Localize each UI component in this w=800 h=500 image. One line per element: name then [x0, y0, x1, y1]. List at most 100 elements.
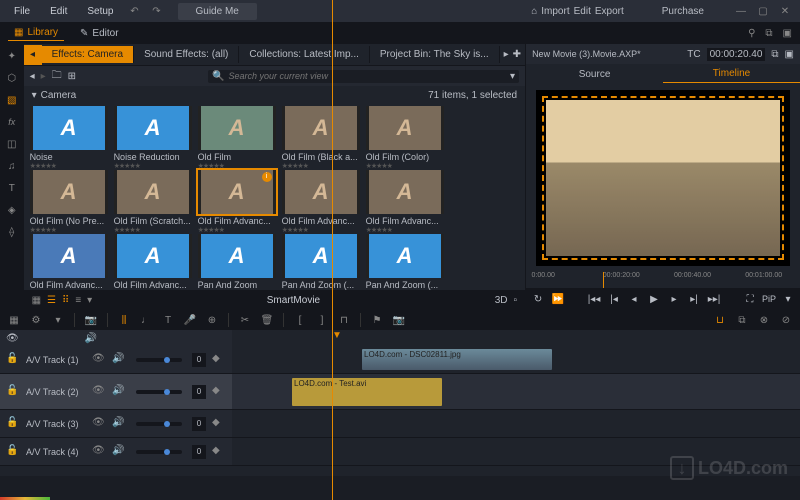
- preview-viewport[interactable]: [536, 90, 790, 266]
- effect-thumb[interactable]: A Old Film (No Pre... ★★★★★: [30, 170, 108, 234]
- tabs-next-icon[interactable]: ▸: [504, 49, 509, 60]
- preview-undock-icon[interactable]: ⧉: [771, 49, 778, 60]
- thumb-rating[interactable]: ★★★★★: [282, 162, 360, 170]
- tl-tool-magnet-icon[interactable]: ⊔: [712, 312, 728, 328]
- goto-start-icon[interactable]: |◂◂: [586, 291, 602, 307]
- track-speaker-icon[interactable]: 🔊: [85, 333, 97, 344]
- tl-tool-mic-icon[interactable]: 🎤: [182, 312, 198, 328]
- keyframe-icon[interactable]: ◆: [212, 385, 226, 399]
- loop-icon[interactable]: ↻: [530, 291, 546, 307]
- sidebar-icon-projects[interactable]: ✦: [4, 48, 20, 64]
- volume-slider[interactable]: [136, 422, 182, 426]
- edit-button[interactable]: Edit: [574, 6, 591, 17]
- playhead-marker[interactable]: ▼: [332, 330, 342, 341]
- info-badge-icon[interactable]: i: [262, 172, 272, 182]
- sidebar-icon-effects[interactable]: ▧: [4, 92, 20, 108]
- eye-icon[interactable]: 👁: [92, 445, 106, 459]
- next-frame-icon[interactable]: ▸|: [686, 291, 702, 307]
- tl-tool-a[interactable]: ⊗: [756, 312, 772, 328]
- import-button[interactable]: Import: [541, 6, 569, 17]
- preview-panel-icon[interactable]: ▣: [785, 49, 794, 60]
- effect-thumb[interactable]: A Old Film Advanc... ★★★★★: [366, 170, 444, 234]
- track-header[interactable]: 🔓 A/V Track (4) 👁 🔊 0 ◆: [0, 438, 232, 465]
- tl-tool-razor-icon[interactable]: ✂: [237, 312, 253, 328]
- tl-tool-3[interactable]: ▾: [50, 312, 66, 328]
- export-button[interactable]: Export: [595, 6, 624, 17]
- tl-tool-link-icon[interactable]: ⧉: [734, 312, 750, 328]
- tree-icon[interactable]: ⊞: [68, 71, 76, 82]
- sidebar-icon-titles[interactable]: T: [4, 180, 20, 196]
- mute-icon[interactable]: 🔊: [112, 445, 126, 459]
- thumb-rating[interactable]: ★★★★★: [30, 162, 108, 170]
- volume-slider[interactable]: [136, 450, 182, 454]
- track-header[interactable]: 🔓 A/V Track (3) 👁 🔊 0 ◆: [0, 410, 232, 437]
- goto-end-icon[interactable]: ▸▸|: [706, 291, 722, 307]
- keyframe-icon[interactable]: ◆: [212, 445, 226, 459]
- tl-tool-1[interactable]: ▦: [6, 312, 22, 328]
- effect-thumb[interactable]: A i Old Film Advanc... ★★★★★: [198, 170, 276, 234]
- footer-icon-5[interactable]: ▾: [87, 295, 92, 306]
- tl-tool-snap-icon[interactable]: 📷: [391, 312, 407, 328]
- thumb-rating[interactable]: ★★★★★: [198, 226, 276, 234]
- play-icon[interactable]: ▶: [646, 291, 662, 307]
- crumb-collapse-icon[interactable]: ▾: [32, 90, 37, 101]
- tl-tool-trash-icon[interactable]: 🗑: [259, 312, 275, 328]
- sidebar-icon-audio[interactable]: ♫: [4, 158, 20, 174]
- sidebar-icon-transitions[interactable]: ◫: [4, 136, 20, 152]
- thumb-rating[interactable]: ★★★★★: [114, 162, 192, 170]
- tl-tool-title-icon[interactable]: T: [160, 312, 176, 328]
- maximize-icon[interactable]: ▢: [754, 6, 772, 17]
- thumb-rating[interactable]: ★★★★★: [114, 226, 192, 234]
- effect-thumb[interactable]: A Old Film (Black a... ★★★★★: [282, 106, 360, 170]
- preview-crop-frame[interactable]: [542, 96, 784, 260]
- tabs-prev-icon[interactable]: ◂: [24, 45, 42, 65]
- thumb-rating[interactable]: ★★★★★: [198, 162, 276, 170]
- minimize-icon[interactable]: —: [732, 6, 750, 17]
- volume-slider[interactable]: [136, 358, 182, 362]
- keyframe-icon[interactable]: ◆: [212, 353, 226, 367]
- redo-icon[interactable]: ↷: [148, 2, 166, 20]
- pip-menu-icon[interactable]: ▾: [780, 291, 796, 307]
- lock-icon[interactable]: 🔓: [6, 353, 20, 367]
- effect-thumb[interactable]: A Noise Reduction ★★★★★: [114, 106, 192, 170]
- tl-tool-music-icon[interactable]: ♩: [138, 312, 154, 328]
- track-level[interactable]: 0: [192, 385, 206, 399]
- effect-thumb[interactable]: A Old Film (Scratch... ★★★★★: [114, 170, 192, 234]
- footer-icon-1[interactable]: ▦: [32, 295, 41, 306]
- footer-icon-3[interactable]: ⠿: [62, 295, 69, 306]
- tl-tool-mark-out-icon[interactable]: ]: [314, 312, 330, 328]
- thumb-rating[interactable]: ★★★★★: [30, 226, 108, 234]
- nav-fwd-icon[interactable]: ▸: [41, 71, 46, 82]
- add-tab-icon[interactable]: ✚: [513, 49, 521, 60]
- tl-tool-levels-icon[interactable]: ⫼: [116, 312, 132, 328]
- menu-edit[interactable]: Edit: [42, 4, 75, 19]
- tl-tool-gear-icon[interactable]: ⚙: [28, 312, 44, 328]
- track-body[interactable]: LO4D.com - Test.avi: [232, 374, 800, 409]
- sidebar-icon-collections[interactable]: ⬡: [4, 70, 20, 86]
- effect-thumb[interactable]: A Pan And Zoom (... ★★★★★: [366, 234, 444, 290]
- close-icon[interactable]: ✕: [776, 6, 794, 17]
- preview-ruler[interactable]: 0:00.00 00:00:20:00 00:00:40.00 00:01:00…: [526, 272, 800, 288]
- track-level[interactable]: 0: [192, 353, 206, 367]
- purchase-button[interactable]: Purchase: [662, 6, 704, 17]
- lock-icon[interactable]: 🔓: [6, 385, 20, 399]
- smartmovie-button[interactable]: SmartMovie: [98, 295, 489, 306]
- lib-tab-0[interactable]: Effects: Camera: [42, 46, 135, 63]
- 3d-label[interactable]: 3D: [495, 295, 508, 306]
- lib-tab-1[interactable]: Sound Effects: (all): [134, 46, 239, 63]
- eye-icon[interactable]: 👁: [92, 417, 106, 431]
- track-header[interactable]: 🔓 A/V Track (2) 👁 🔊 0 ◆: [0, 374, 232, 409]
- editor-tab[interactable]: ✎ Editor: [74, 26, 125, 41]
- library-tab[interactable]: ▦ Library: [8, 25, 64, 41]
- lib-tab-3[interactable]: Project Bin: The Sky is...: [370, 46, 500, 63]
- thumb-rating[interactable]: ★★★★★: [366, 162, 444, 170]
- eye-icon[interactable]: 👁: [92, 385, 106, 399]
- prev-frame-icon[interactable]: |◂: [606, 291, 622, 307]
- mute-icon[interactable]: 🔊: [112, 417, 126, 431]
- step-back-icon[interactable]: ◂: [626, 291, 642, 307]
- effect-thumb[interactable]: A Old Film (Color) ★★★★★: [366, 106, 444, 170]
- track-body[interactable]: LO4D.com - DSC02811.jpg: [232, 346, 800, 373]
- track-eye-icon[interactable]: 👁: [6, 333, 19, 344]
- volume-slider[interactable]: [136, 390, 182, 394]
- menu-file[interactable]: File: [6, 4, 38, 19]
